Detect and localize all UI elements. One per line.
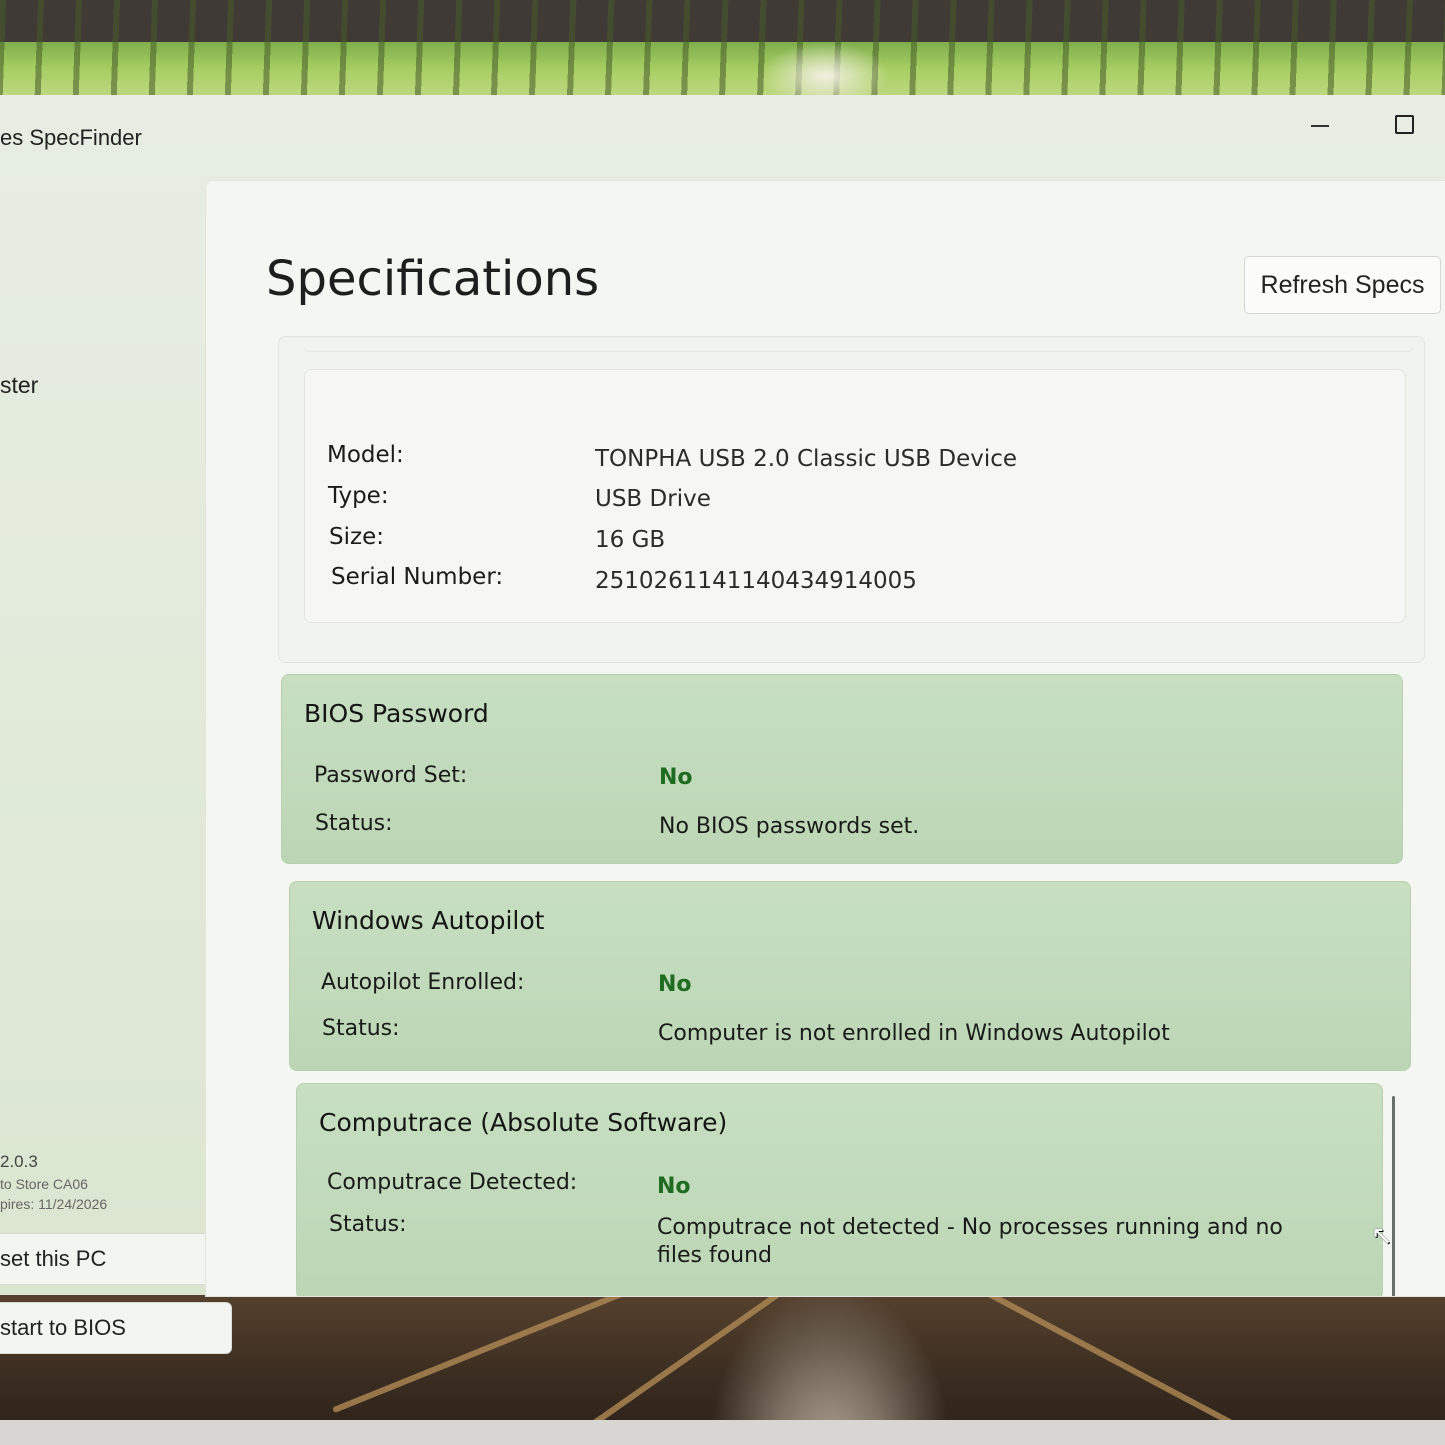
- size-value: 16 GB: [595, 527, 666, 553]
- serial-value: 2510261141140434914005: [595, 568, 917, 594]
- computrace-section: Computrace (Absolute Software) Computrac…: [296, 1083, 1383, 1296]
- autopilot-section: Windows Autopilot Autopilot Enrolled: No…: [289, 881, 1411, 1071]
- window-title: es SpecFinder: [0, 125, 142, 150]
- reset-pc-button[interactable]: set this PC: [0, 1233, 232, 1285]
- autopilot-enrolled-label: Autopilot Enrolled:: [321, 970, 525, 995]
- computrace-detected-value: No: [657, 1174, 691, 1199]
- autopilot-section-title: Windows Autopilot: [312, 906, 545, 935]
- password-set-value: No: [659, 765, 693, 790]
- autopilot-status-label: Status:: [322, 1016, 400, 1041]
- computrace-status-value: Computrace not detected - No processes r…: [657, 1215, 1283, 1268]
- mouse-cursor-icon: ↖: [1371, 1221, 1393, 1251]
- app-window: es SpecFinder ster 2.0.3 to Store CA06 p…: [0, 95, 1445, 1354]
- restart-to-bios-button[interactable]: start to BIOS: [0, 1302, 232, 1354]
- scrollbar[interactable]: [1392, 1096, 1395, 1296]
- desktop-wallpaper-top: [0, 0, 1445, 110]
- refresh-specs-button[interactable]: Refresh Specs: [1244, 256, 1441, 314]
- maximize-button[interactable]: [1393, 113, 1415, 135]
- bamboo-stalk: [579, 1291, 781, 1435]
- type-value: USB Drive: [595, 486, 711, 512]
- autopilot-status-value: Computer is not enrolled in Windows Auto…: [658, 1021, 1170, 1046]
- maximize-icon: [1394, 114, 1414, 134]
- window-controls: [1309, 113, 1415, 135]
- main-content: Specifications Refresh Specs Model: TONP…: [205, 180, 1445, 1297]
- storage-section: Model: TONPHA USB 2.0 Classic USB Device…: [278, 336, 1425, 663]
- computrace-detected-label: Computrace Detected:: [327, 1170, 578, 1195]
- bios-status-value: No BIOS passwords set.: [659, 814, 920, 839]
- computrace-section-title: Computrace (Absolute Software): [319, 1108, 728, 1137]
- bios-status-label: Status:: [315, 811, 393, 836]
- serial-label: Serial Number:: [331, 564, 504, 590]
- type-label: Type:: [328, 483, 389, 509]
- minimize-button[interactable]: [1309, 113, 1331, 135]
- previous-card-edge: [304, 337, 1414, 352]
- bios-password-section: BIOS Password Password Set: No Status: N…: [281, 674, 1403, 864]
- model-label: Model:: [327, 442, 404, 468]
- monitor-bezel: [0, 1420, 1445, 1445]
- page-title: Specifications: [266, 251, 600, 307]
- model-value: TONPHA USB 2.0 Classic USB Device: [595, 446, 1018, 472]
- minimize-icon: [1311, 125, 1329, 127]
- computrace-status-label: Status:: [329, 1212, 407, 1237]
- storage-device-card: Model: TONPHA USB 2.0 Classic USB Device…: [304, 369, 1406, 623]
- license-expiry: pires: 11/24/2026: [0, 1196, 108, 1212]
- bamboo-stalk: [966, 1279, 1234, 1427]
- password-set-label: Password Set:: [314, 763, 468, 788]
- bios-section-title: BIOS Password: [304, 699, 489, 728]
- version-number: 2.0.3: [0, 1152, 38, 1171]
- autopilot-enrolled-value: No: [658, 972, 692, 997]
- sidebar-item[interactable]: ster: [0, 372, 38, 399]
- size-label: Size:: [329, 524, 384, 550]
- store-label: to Store CA06: [0, 1176, 88, 1192]
- version-info: 2.0.3 to Store CA06 pires: 11/24/2026: [0, 1152, 107, 1212]
- sidebar: ster 2.0.3 to Store CA06 pires: 11/24/20…: [0, 180, 240, 1354]
